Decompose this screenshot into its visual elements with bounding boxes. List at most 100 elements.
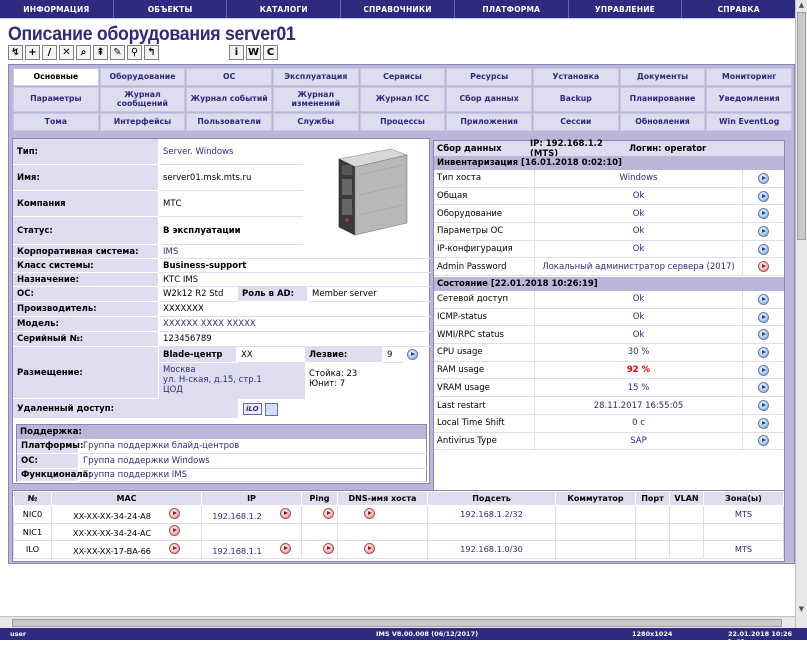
tab-icc-log[interactable]: Журнал ICC: [359, 87, 446, 112]
tab-processes[interactable]: Процессы: [359, 113, 446, 131]
tab-notifications[interactable]: Уведомления: [706, 87, 792, 112]
state-go-icon[interactable]: [758, 329, 769, 341]
state-go-icon[interactable]: [758, 346, 769, 358]
tab-event-log[interactable]: Журнал событий: [186, 87, 272, 112]
search-icon[interactable]: ⌕: [76, 45, 91, 60]
zone-value[interactable]: MTS: [703, 540, 784, 559]
refresh-icon[interactable]: ↯: [8, 45, 23, 60]
state-go-icon[interactable]: [758, 364, 769, 376]
tab-operation[interactable]: Эксплуатация: [272, 68, 359, 86]
info-icon[interactable]: i: [229, 45, 244, 60]
state-go-icon[interactable]: [758, 435, 769, 447]
inventory-go-icon[interactable]: [758, 225, 769, 237]
zone-value[interactable]: MTS: [703, 505, 784, 524]
tab-message-log[interactable]: Журнал сообщений: [99, 87, 186, 112]
tab-updates[interactable]: Обновления: [619, 113, 706, 131]
zone-value-text[interactable]: MTS: [735, 509, 752, 519]
tab-applications[interactable]: Приложения: [446, 113, 532, 131]
ip-value-go-icon[interactable]: [279, 507, 291, 519]
nav-objects[interactable]: ОБЪЕКТЫ: [114, 0, 228, 18]
support-os-value[interactable]: Группа поддержки Windows: [79, 454, 428, 469]
subnet-value[interactable]: [427, 522, 556, 541]
tab-sessions[interactable]: Сессии: [532, 113, 619, 131]
vertical-scrollbar[interactable]: ▲ ▼: [795, 0, 807, 628]
tab-monitoring[interactable]: Мониторинг: [706, 68, 792, 86]
subnet-value-text[interactable]: 192.168.1.2/32: [460, 509, 523, 519]
inventory-go-icon[interactable]: [758, 261, 769, 273]
zone-value-text[interactable]: MTS: [735, 544, 752, 554]
ip-value-go-icon[interactable]: [279, 542, 291, 554]
copy-icon[interactable]: C: [263, 45, 278, 60]
tab-resources[interactable]: Ресурсы: [446, 68, 532, 86]
inventory-go-icon[interactable]: [758, 190, 769, 202]
inventory-go-icon[interactable]: [758, 208, 769, 220]
nav-management[interactable]: УПРАВЛЕНИЕ: [569, 0, 683, 18]
add-icon[interactable]: +: [25, 45, 40, 60]
inventory-go-icon[interactable]: [758, 243, 769, 255]
mac-value-go-icon[interactable]: [169, 525, 181, 537]
mac-value-go-icon[interactable]: [168, 507, 180, 519]
location-dc[interactable]: ЦОД: [163, 385, 301, 395]
tab-volumes[interactable]: Тома: [13, 113, 99, 131]
tab-documents[interactable]: Документы: [619, 68, 706, 86]
horizontal-scrollbar[interactable]: [0, 616, 795, 628]
state-go-icon[interactable]: [758, 400, 769, 412]
back-icon[interactable]: ↰: [144, 45, 159, 60]
location-address[interactable]: ул. Н-ская, д.15, стр.1: [163, 375, 301, 385]
ip-value[interactable]: [201, 522, 302, 541]
dns-go-icon[interactable]: [364, 507, 375, 519]
mac-value-go-icon[interactable]: [168, 542, 180, 554]
horizontal-scroll-thumb[interactable]: [12, 619, 782, 627]
support-func-value[interactable]: Группа поддержки IMS: [79, 469, 428, 482]
scroll-down-icon[interactable]: ▼: [796, 604, 807, 615]
tab-install[interactable]: Установка: [532, 68, 619, 86]
model-value[interactable]: XXXXXX XXXX XXXXX: [159, 317, 431, 332]
tab-main[interactable]: Основные: [13, 68, 99, 86]
state-go-icon[interactable]: [758, 417, 769, 429]
ip-value-text[interactable]: 192.168.1.2: [212, 511, 261, 521]
tab-planning[interactable]: Планирование: [619, 87, 706, 112]
dns-go-icon[interactable]: [364, 542, 375, 554]
subnet-value[interactable]: 192.168.1.2/32: [427, 505, 556, 524]
word-icon[interactable]: W: [246, 45, 261, 60]
tab-interfaces[interactable]: Интерфейсы: [99, 113, 186, 131]
state-go-icon[interactable]: [758, 311, 769, 323]
nav-platform[interactable]: ПЛАТФОРМА: [455, 0, 569, 18]
location-city[interactable]: Москва: [163, 365, 301, 375]
tab-change-log[interactable]: Журнал изменений: [272, 87, 359, 112]
support-platform-value[interactable]: Группа поддержки блайд-центров: [79, 439, 428, 454]
nav-help[interactable]: СПРАВКА: [682, 0, 795, 18]
nav-info[interactable]: ИНФОРМАЦИЯ: [0, 0, 114, 18]
vertical-scroll-thumb[interactable]: [797, 12, 806, 240]
ip-value-text[interactable]: 192.168.1.1: [212, 546, 261, 556]
type-value[interactable]: Server. Windows: [159, 139, 303, 165]
tab-os[interactable]: ОС: [186, 68, 272, 86]
tab-hardware[interactable]: Оборудование: [99, 68, 186, 86]
ilo-button[interactable]: iLO: [243, 403, 262, 415]
nav-catalogs[interactable]: КАТАЛОГИ: [227, 0, 342, 18]
tab-win-eventlog[interactable]: Win EventLog: [706, 113, 792, 131]
scroll-up-icon[interactable]: ▲: [796, 0, 807, 11]
corp-value[interactable]: IMS: [159, 245, 431, 259]
tab-parameters[interactable]: Параметры: [13, 87, 99, 112]
pencil-icon[interactable]: ✎: [110, 45, 125, 60]
edit-icon[interactable]: /: [42, 45, 57, 60]
binoculars-icon[interactable]: ⚲: [127, 45, 142, 60]
tab-users[interactable]: Пользователи: [186, 113, 272, 131]
zone-value[interactable]: [703, 522, 784, 541]
ip-value[interactable]: 192.168.1.2: [201, 505, 302, 524]
ping-cell-go-icon[interactable]: [323, 507, 334, 519]
tab-data-collection[interactable]: Сбор данных: [446, 87, 532, 112]
upload-icon[interactable]: ⇞: [93, 45, 108, 60]
remote-desktop-icon[interactable]: [264, 402, 278, 416]
tab-services[interactable]: Сервисы: [359, 68, 446, 86]
state-go-icon[interactable]: [758, 293, 769, 305]
inventory-go-icon[interactable]: [758, 172, 769, 184]
delete-icon[interactable]: ✕: [59, 45, 74, 60]
ping-cell-go-icon[interactable]: [323, 542, 334, 554]
ip-value[interactable]: 192.168.1.1: [201, 540, 302, 559]
subnet-value[interactable]: 192.168.1.0/30: [427, 540, 556, 559]
tab-backup[interactable]: Backup: [532, 87, 619, 112]
tab-win-services[interactable]: Службы: [272, 113, 359, 131]
subnet-value-text[interactable]: 192.168.1.0/30: [460, 544, 523, 554]
